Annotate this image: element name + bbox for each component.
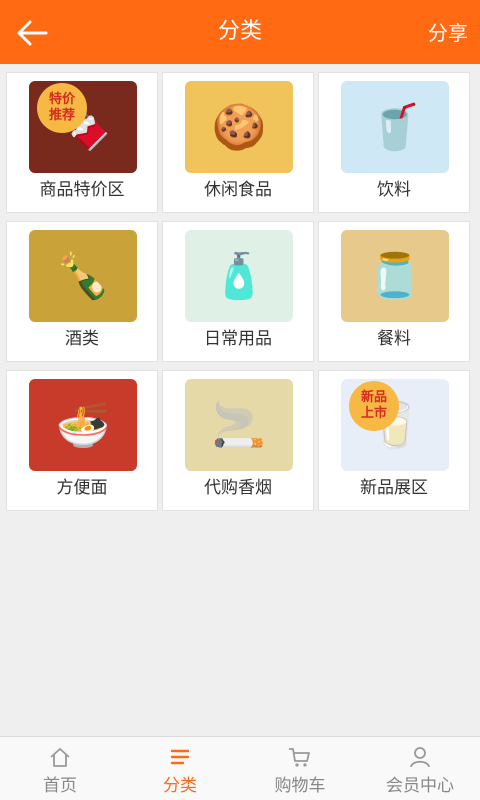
- category-label: 饮料: [377, 180, 411, 200]
- badge-line: 特价: [48, 92, 75, 107]
- cigarettes-icon: 🚬: [185, 379, 293, 471]
- tab-home[interactable]: 首页: [0, 737, 120, 800]
- category-label: 餐料: [377, 329, 411, 349]
- category-tile[interactable]: 🥛 新品 上市 新品展区: [318, 370, 470, 511]
- category-grid: 🍫 特价 推荐 商品特价区 🍪 休闲食品 🥤 饮料 🍾 酒类 🧴 日常用品 🫙 餐料 🍜 方便面 🚬 代购香烟 🥛 新…: [6, 72, 474, 511]
- tab-list[interactable]: 分类: [120, 737, 240, 800]
- home-icon: [50, 748, 70, 767]
- tab-label: 会员中心: [386, 776, 454, 796]
- list-icon: [170, 749, 190, 765]
- badge-line: 上市: [360, 406, 387, 421]
- share-button[interactable]: 分享: [428, 19, 468, 47]
- condiments-icon: 🫙: [341, 230, 449, 322]
- tab-user[interactable]: 会员中心: [360, 737, 480, 800]
- instant-noodles-icon: 🍜: [29, 379, 137, 471]
- page-title: 分类: [217, 19, 262, 44]
- snacks-icon: 🍪: [185, 81, 293, 173]
- daily-goods-icon: 🧴: [185, 230, 293, 322]
- badge-line: 推荐: [48, 108, 75, 123]
- category-tile[interactable]: 🫙 餐料: [318, 221, 470, 362]
- category-label: 休闲食品: [204, 180, 272, 200]
- category-label: 代购香烟: [204, 478, 272, 498]
- bottom-tab-bar: 首页 分类 购物车 会员中心: [0, 736, 480, 800]
- tab-label: 首页: [43, 776, 77, 796]
- tab-cart[interactable]: 购物车: [240, 737, 360, 800]
- cart-icon: [289, 748, 310, 767]
- category-tile[interactable]: 🍜 方便面: [6, 370, 158, 511]
- tab-label: 购物车: [274, 776, 326, 796]
- category-label: 酒类: [65, 329, 99, 349]
- badge-line: 新品: [360, 390, 387, 405]
- liquor-icon: 🍾: [29, 230, 137, 322]
- category-label: 商品特价区: [39, 180, 125, 200]
- category-label: 日常用品: [204, 329, 272, 349]
- tab-label: 分类: [163, 776, 197, 796]
- category-tile[interactable]: 🚬 代购香烟: [162, 370, 314, 511]
- drinks-icon: 🥤: [341, 81, 449, 173]
- category-tile[interactable]: 🧴 日常用品: [162, 221, 314, 362]
- category-label: 方便面: [56, 478, 108, 498]
- category-label: 新品展区: [360, 478, 428, 498]
- category-tile[interactable]: 🍫 特价 推荐 商品特价区: [6, 72, 158, 213]
- category-tile[interactable]: 🥤 饮料: [318, 72, 470, 213]
- user-icon: [410, 747, 430, 768]
- promo-badge: 特价 推荐: [37, 83, 87, 133]
- category-tile[interactable]: 🍪 休闲食品: [162, 72, 314, 213]
- promo-badge: 新品 上市: [349, 381, 399, 431]
- app-header: 分类 分享: [0, 0, 480, 64]
- category-tile[interactable]: 🍾 酒类: [6, 221, 158, 362]
